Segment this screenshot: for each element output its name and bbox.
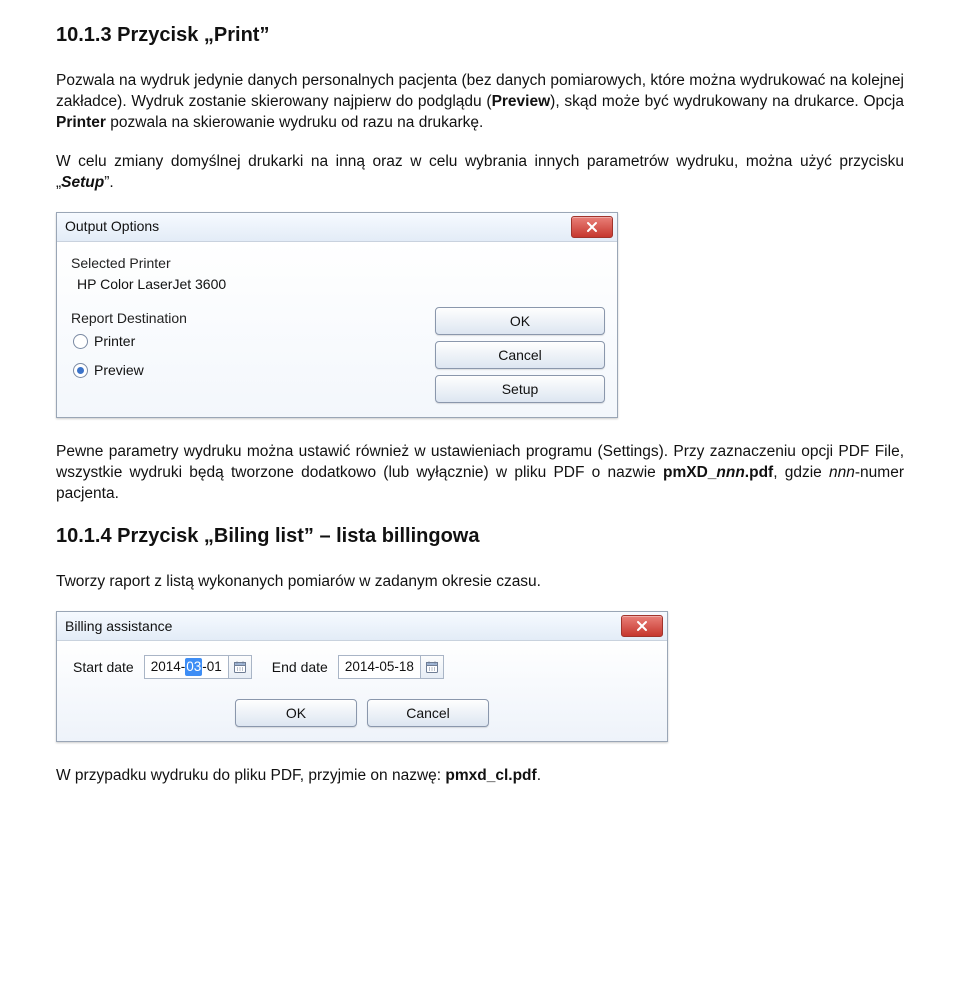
radio-printer[interactable]: Printer xyxy=(73,332,413,351)
dialog-titlebar: Billing assistance xyxy=(57,612,667,641)
selected-printer-label: Selected Printer xyxy=(71,254,605,273)
report-destination-label: Report Destination xyxy=(71,309,413,328)
ok-button[interactable]: OK xyxy=(435,307,605,335)
para-footer: W przypadku wydruku do pliku PDF, przyjm… xyxy=(56,766,904,787)
selected-printer-value: HP Color LaserJet 3600 xyxy=(77,275,605,294)
cancel-button[interactable]: Cancel xyxy=(435,341,605,369)
radio-label: Printer xyxy=(94,332,135,351)
radio-label: Preview xyxy=(94,361,144,380)
end-date-value: 2014-05-18 xyxy=(339,658,420,676)
para-1: Pozwala na wydruk jedynie danych persona… xyxy=(56,71,904,134)
end-date-field[interactable]: 2014-05-18 xyxy=(338,655,444,679)
ok-button[interactable]: OK xyxy=(235,699,357,727)
calendar-icon xyxy=(233,660,247,674)
heading-print: 10.1.3 Przycisk „Print” xyxy=(56,22,904,49)
dialog-titlebar: Output Options xyxy=(57,213,617,242)
output-options-dialog: Output Options Selected Printer HP Color… xyxy=(56,212,618,419)
cancel-button[interactable]: Cancel xyxy=(367,699,489,727)
dialog-title: Billing assistance xyxy=(65,617,172,636)
para-2: W celu zmiany domyślnej drukarki na inną… xyxy=(56,152,904,194)
close-icon xyxy=(636,620,648,632)
billing-assistance-dialog: Billing assistance Start date 2014-03-01 xyxy=(56,611,668,742)
para-settings: Pewne parametry wydruku można ustawić ró… xyxy=(56,442,904,505)
heading-billing: 10.1.4 Przycisk „Biling list” – lista bi… xyxy=(56,523,904,550)
radio-icon xyxy=(73,334,88,349)
dialog-title: Output Options xyxy=(65,217,159,236)
end-date-label: End date xyxy=(272,658,328,677)
close-button[interactable] xyxy=(621,615,663,637)
para-billing: Tworzy raport z listą wykonanych pomiaró… xyxy=(56,572,904,593)
start-date-field[interactable]: 2014-03-01 xyxy=(144,655,252,679)
close-icon xyxy=(586,221,598,233)
calendar-button[interactable] xyxy=(420,656,443,678)
start-date-value: 2014-03-01 xyxy=(145,658,228,676)
setup-button[interactable]: Setup xyxy=(435,375,605,403)
start-date-label: Start date xyxy=(73,658,134,677)
calendar-button[interactable] xyxy=(228,656,251,678)
radio-preview[interactable]: Preview xyxy=(73,361,413,380)
calendar-icon xyxy=(425,660,439,674)
radio-icon xyxy=(73,363,88,378)
close-button[interactable] xyxy=(571,216,613,238)
